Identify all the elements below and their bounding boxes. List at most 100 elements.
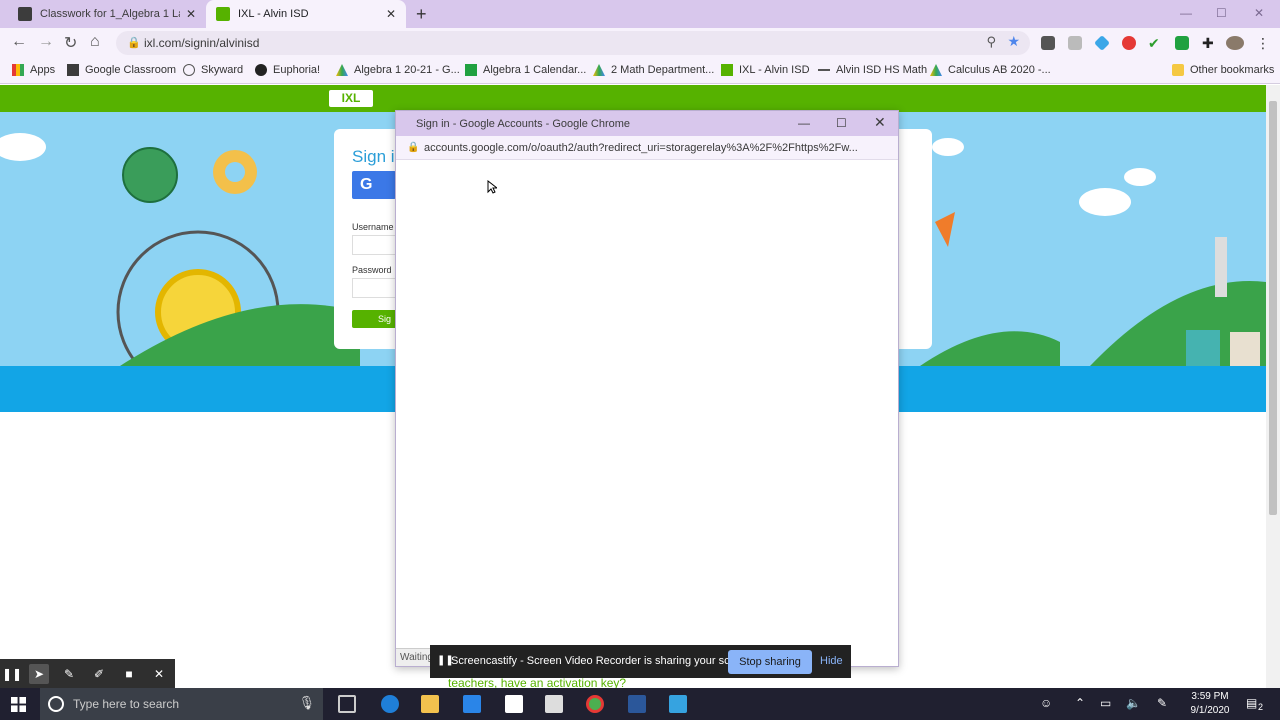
bookmark-label: IXL - Alvin ISD bbox=[739, 64, 810, 76]
extension-icon[interactable] bbox=[1041, 36, 1055, 50]
windows-start-icon[interactable] bbox=[11, 697, 26, 712]
forward-button[interactable]: → bbox=[38, 33, 54, 51]
popup-url-text: accounts.google.com/o/oauth2/auth?redire… bbox=[424, 142, 858, 154]
taskbar-clock[interactable]: 3:59 PM 9/1/2020 bbox=[1185, 690, 1235, 718]
bookmark-star-icon[interactable]: ★ bbox=[1007, 33, 1020, 50]
screencastify-banner: ❚❚ Screencastify - Screen Video Recorder… bbox=[430, 645, 851, 678]
chrome-icon[interactable] bbox=[586, 695, 604, 713]
sign-in-button[interactable]: Sig bbox=[352, 310, 396, 328]
mail-icon[interactable] bbox=[463, 695, 481, 713]
pen-icon[interactable]: ✎ bbox=[1157, 696, 1167, 710]
back-button[interactable]: ← bbox=[11, 33, 27, 51]
pause-recording-icon[interactable]: ❚❚ bbox=[2, 664, 22, 684]
bookmark-apps[interactable]: Apps bbox=[12, 64, 55, 76]
classroom-icon bbox=[18, 7, 32, 21]
bookmark-euphoria[interactable]: Euphoria! bbox=[255, 64, 320, 76]
volume-icon[interactable]: 🔈 bbox=[1126, 696, 1141, 710]
password-label: Password bbox=[352, 265, 392, 275]
bookmark-label: Algebra 1 Calendar... bbox=[483, 64, 587, 76]
battery-icon[interactable]: ▭ bbox=[1100, 696, 1111, 710]
windows-taskbar: Type here to search 🎙 ☺ ⌃ ▭ 🔈 ✎ 3:59 PM … bbox=[0, 688, 1280, 720]
bookmark-math-department[interactable]: 2 Math Department... bbox=[593, 64, 714, 76]
bookmark-label: Google Classroom bbox=[85, 64, 177, 76]
cursor-tool-icon[interactable]: ➤ bbox=[29, 664, 49, 684]
pen-tool-icon[interactable]: ✎ bbox=[59, 664, 79, 684]
username-input[interactable] bbox=[352, 235, 396, 255]
microphone-icon[interactable]: 🎙 bbox=[298, 695, 315, 711]
popup-url-bar: 🔒 accounts.google.com/o/oauth2/auth?redi… bbox=[396, 136, 898, 160]
popup-close-button[interactable]: ✕ bbox=[874, 114, 886, 131]
extension-icon[interactable] bbox=[1122, 36, 1136, 50]
google-sign-in-button[interactable]: G bbox=[352, 171, 396, 199]
drive-icon bbox=[593, 64, 605, 76]
chevron-up-icon[interactable]: ⌃ bbox=[1075, 696, 1085, 710]
popup-maximize-button[interactable]: ☐ bbox=[836, 116, 847, 130]
maximize-button[interactable]: ☐ bbox=[1216, 6, 1227, 20]
app-icon[interactable] bbox=[669, 695, 687, 713]
word-icon[interactable] bbox=[628, 695, 646, 713]
taskbar-search[interactable]: Type here to search 🎙 bbox=[40, 688, 323, 720]
ixl-logo[interactable]: IXL bbox=[329, 90, 373, 107]
bookmark-skyward[interactable]: Skyward bbox=[183, 64, 243, 76]
skyward-icon bbox=[183, 64, 195, 76]
stop-sharing-button[interactable]: Stop sharing bbox=[728, 650, 812, 674]
tab-label: IXL - Alvin ISD bbox=[238, 8, 309, 20]
store-icon[interactable] bbox=[545, 695, 563, 713]
bookmark-alvin-hs-math[interactable]: Alvin ISD HS Math bbox=[818, 64, 927, 76]
bookmark-label: 2 Math Department... bbox=[611, 64, 715, 76]
globe-icon bbox=[255, 64, 267, 76]
lock-icon: 🔒 bbox=[127, 37, 141, 49]
people-icon[interactable]: ☺ bbox=[1040, 696, 1052, 710]
cortana-icon bbox=[48, 696, 64, 712]
eraser-tool-icon[interactable]: ✐ bbox=[89, 664, 109, 684]
bookmark-label: Algebra 1 20-21 - G... bbox=[354, 64, 460, 76]
camera-tool-icon[interactable]: ■ bbox=[119, 664, 139, 684]
minimize-button[interactable]: — bbox=[1180, 6, 1192, 20]
file-explorer-icon[interactable] bbox=[421, 695, 439, 713]
username-label: Username bbox=[352, 222, 394, 232]
password-input[interactable] bbox=[352, 278, 396, 298]
notepad-icon[interactable] bbox=[505, 695, 523, 713]
bookmark-other[interactable]: Other bookmarks bbox=[1172, 64, 1274, 76]
lock-icon: 🔒 bbox=[407, 142, 420, 153]
close-tab-icon[interactable]: ✕ bbox=[186, 7, 196, 21]
bookmark-label: Skyward bbox=[201, 64, 244, 76]
bookmark-ixl[interactable]: IXL - Alvin ISD bbox=[721, 64, 810, 76]
close-tab-icon[interactable]: ✕ bbox=[386, 7, 396, 21]
extension-icon[interactable] bbox=[1068, 36, 1082, 50]
ixl-header bbox=[0, 85, 1266, 112]
zoom-icon[interactable]: ⚲ bbox=[986, 34, 996, 50]
close-window-button[interactable]: ✕ bbox=[1254, 6, 1264, 20]
bookmark-label: Euphoria! bbox=[273, 64, 321, 76]
bookmark-algebra-calendar[interactable]: Algebra 1 Calendar... bbox=[465, 64, 586, 76]
popup-title-bar[interactable]: Sign in - Google Accounts - Google Chrom… bbox=[396, 111, 898, 136]
bookmark-label: Calculus AB 2020 -... bbox=[948, 64, 1051, 76]
edge-icon[interactable] bbox=[381, 695, 399, 713]
checkmark-icon[interactable]: ✔ bbox=[1148, 36, 1162, 50]
popup-minimize-button[interactable]: — bbox=[798, 116, 810, 130]
google-sign-in-popup: Sign in - Google Accounts - Google Chrom… bbox=[395, 110, 899, 667]
dash-icon bbox=[818, 69, 830, 71]
scrollbar-thumb[interactable] bbox=[1269, 101, 1277, 515]
reload-button[interactable]: ↻ bbox=[64, 33, 77, 53]
mouse-cursor-icon bbox=[487, 180, 497, 194]
home-button[interactable]: ⌂ bbox=[90, 33, 100, 51]
sheets-icon[interactable] bbox=[1175, 36, 1189, 50]
close-toolbar-icon[interactable]: ✕ bbox=[149, 664, 169, 684]
notification-icon[interactable]: ▤ bbox=[1246, 696, 1257, 710]
puzzle-icon[interactable]: ✚ bbox=[1202, 36, 1216, 50]
bookmark-algebra-1[interactable]: Algebra 1 20-21 - G... bbox=[336, 64, 460, 76]
new-tab-button[interactable]: + bbox=[416, 4, 427, 25]
tab-ixl[interactable]: IXL - Alvin ISD ✕ bbox=[206, 0, 406, 28]
bookmark-calculus[interactable]: Calculus AB 2020 -... bbox=[930, 64, 1051, 76]
bookmark-label: Apps bbox=[30, 64, 56, 76]
task-view-icon[interactable] bbox=[338, 695, 356, 713]
hide-button[interactable]: Hide bbox=[820, 655, 843, 667]
avatar[interactable] bbox=[1226, 36, 1244, 50]
menu-icon[interactable]: ⋮ bbox=[1256, 36, 1270, 50]
address-bar[interactable]: 🔒 ixl.com/signin/alvinisd ⚲ ★ bbox=[116, 31, 1030, 55]
tab-classwork[interactable]: Classwork for 1_Algebra 1 Lacam ✕ bbox=[8, 0, 206, 28]
annotation-toolbar: ❚❚ ➤ ✎ ✐ ■ ✕ bbox=[0, 659, 175, 688]
bookmark-google-classroom[interactable]: Google Classroom bbox=[67, 64, 176, 76]
tab-strip: Classwork for 1_Algebra 1 Lacam ✕ IXL - … bbox=[0, 0, 1280, 28]
